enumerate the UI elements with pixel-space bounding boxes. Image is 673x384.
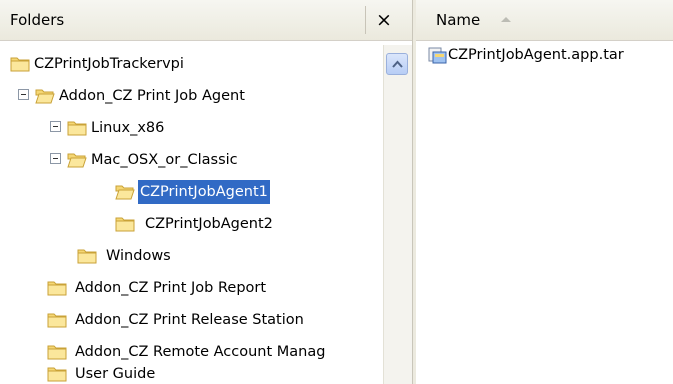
tree-item-label: CZPrintJobAgent2 <box>145 216 273 232</box>
tree-item-addon-cz-remote-account-manager[interactable]: Addon_CZ Remote Account Manag <box>47 340 380 364</box>
scroll-up-button[interactable] <box>386 53 408 75</box>
folder-icon <box>47 281 67 296</box>
file-name: CZPrintJobAgent.app.tar <box>448 47 624 63</box>
tree-item-label: Addon_CZ Print Job Report <box>75 280 267 296</box>
archive-file-icon <box>428 47 447 64</box>
tree-item-label: Mac_OSX_or_Classic <box>91 152 238 168</box>
folder-icon <box>67 121 87 136</box>
folder-open-icon <box>67 153 87 168</box>
folders-header: Folders × <box>0 0 412 41</box>
folder-icon <box>47 345 67 360</box>
vertical-scrollbar[interactable] <box>383 45 412 384</box>
tree-item-label: Addon_CZ Print Job Agent <box>59 88 245 104</box>
tree-item-label: CZPrintJobTrackervpi <box>34 56 184 72</box>
folder-open-icon <box>115 185 135 200</box>
tree-item-label: Windows <box>106 248 171 264</box>
folder-icon <box>47 367 67 382</box>
file-list-pane: Name CZPrintJobAgent.app.tar <box>416 0 673 384</box>
tree-item-label: User Guide <box>75 366 156 382</box>
folder-icon <box>47 313 67 328</box>
folder-open-icon <box>35 89 55 104</box>
collapse-toggle[interactable] <box>18 89 29 100</box>
close-icon[interactable]: × <box>372 8 396 32</box>
folder-tree: CZPrintJobTrackervpi Addon_CZ Print Job … <box>0 52 380 384</box>
folders-pane: Folders × CZPrintJobTrackervpi Addon_CZ … <box>0 0 412 384</box>
collapse-toggle[interactable] <box>50 121 61 132</box>
tree-item-label: CZPrintJobAgent1 <box>138 180 270 204</box>
collapse-toggle[interactable] <box>50 153 61 164</box>
tree-item-label: Addon_CZ Print Release Station <box>75 312 304 328</box>
folder-icon <box>10 57 30 72</box>
folder-icon <box>115 217 135 232</box>
column-name-label: Name <box>436 11 481 29</box>
column-header-name[interactable]: Name <box>416 0 673 41</box>
tree-item-label: Addon_CZ Remote Account Manag <box>75 344 326 360</box>
tree-item-label: Linux_x86 <box>91 120 165 136</box>
folder-icon <box>77 249 97 264</box>
chevron-up-icon <box>392 60 403 68</box>
sort-ascending-icon <box>501 17 511 22</box>
header-separator <box>365 6 366 34</box>
folders-title: Folders <box>10 11 65 29</box>
